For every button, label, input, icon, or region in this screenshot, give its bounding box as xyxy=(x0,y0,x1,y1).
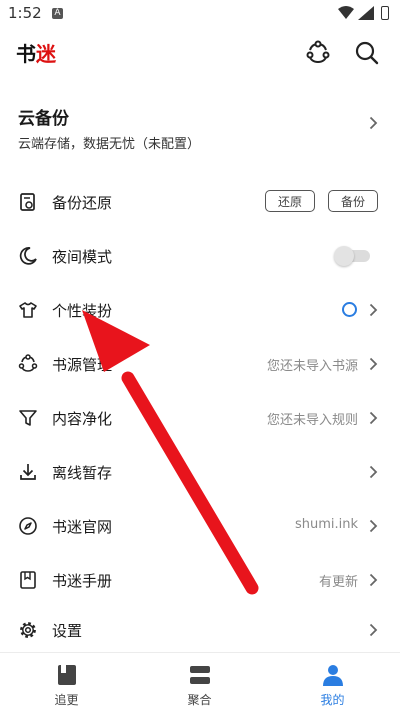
content-purify-value: 您还未导入规则 xyxy=(266,413,358,428)
book-icon xyxy=(58,665,76,685)
search-icon[interactable] xyxy=(354,40,380,66)
manual-value: 有更新 xyxy=(318,575,358,590)
menu-item-offline-cache[interactable]: 离线暂存 xyxy=(0,445,400,499)
menu-item-content-purify[interactable]: 内容净化 您还未导入规则 xyxy=(0,391,400,445)
chevron-right-icon xyxy=(369,573,378,587)
manual-book-icon xyxy=(20,571,36,589)
status-bar: 1:52 A xyxy=(0,0,400,28)
official-site-label: 书迷官网 xyxy=(52,518,113,536)
compass-icon xyxy=(19,517,37,535)
person-icon xyxy=(323,665,343,686)
bottom-nav: 追更 聚合 我的 xyxy=(0,652,400,713)
stack-icon xyxy=(190,666,210,684)
tab-aggregate-label: 聚合 xyxy=(187,693,212,707)
chevron-right-icon xyxy=(369,465,378,479)
tab-mine-label: 我的 xyxy=(320,693,345,707)
chevron-right-icon xyxy=(369,411,378,425)
app-logo: 书迷 xyxy=(16,38,56,67)
menu-item-theme[interactable]: 个性装扮 xyxy=(0,283,400,337)
filter-icon xyxy=(19,410,37,426)
cloud-backup-subtitle: 云端存储，数据无忧（未配置） xyxy=(18,137,201,152)
theme-label: 个性装扮 xyxy=(52,302,113,320)
book-source-value: 您还未导入书源 xyxy=(266,359,358,374)
settings-label: 设置 xyxy=(52,622,83,640)
source-icon xyxy=(18,354,38,372)
wifi-icon xyxy=(338,6,354,19)
restore-button[interactable]: 还原 xyxy=(265,190,315,212)
toggle-knob xyxy=(334,246,354,266)
menu-item-book-source[interactable]: 书源管理 您还未导入书源 xyxy=(0,337,400,391)
official-site-value: shumi.ink xyxy=(294,517,358,532)
logo-char-2: 迷 xyxy=(36,42,56,66)
backup-restore-label: 备份还原 xyxy=(52,194,113,212)
battery-icon xyxy=(381,6,389,20)
theme-color-indicator xyxy=(342,302,357,317)
backup-button[interactable]: 备份 xyxy=(328,190,378,212)
chevron-right-icon xyxy=(369,116,378,130)
manual-label: 书迷手册 xyxy=(52,572,113,590)
menu-item-manual[interactable]: 书迷手册 有更新 xyxy=(0,553,400,607)
chevron-right-icon xyxy=(369,519,378,533)
night-mode-label: 夜间模式 xyxy=(52,248,113,266)
offline-cache-label: 离线暂存 xyxy=(52,464,113,482)
cloud-backup-card[interactable]: 云备份 云端存储，数据无忧（未配置） xyxy=(0,90,400,160)
chevron-right-icon xyxy=(369,303,378,317)
tab-updates-label: 追更 xyxy=(54,693,79,707)
menu-item-backup-restore: 备份还原 还原 备份 xyxy=(0,175,400,229)
menu-item-settings[interactable]: 设置 xyxy=(0,603,400,657)
backup-file-icon xyxy=(20,193,35,211)
cloud-backup-title: 云备份 xyxy=(18,109,69,129)
app-bar: 书迷 xyxy=(0,28,400,78)
sync-icon[interactable] xyxy=(305,40,331,66)
status-time: 1:52 xyxy=(8,4,42,22)
logo-char-1: 书 xyxy=(16,42,36,66)
tab-aggregate[interactable]: 聚合 xyxy=(133,653,266,713)
gear-icon xyxy=(20,622,36,638)
tab-mine[interactable]: 我的 xyxy=(266,653,399,713)
night-mode-toggle[interactable] xyxy=(334,246,372,266)
menu-item-official-site[interactable]: 书迷官网 shumi.ink xyxy=(0,499,400,553)
book-source-label: 书源管理 xyxy=(52,356,113,374)
chevron-right-icon xyxy=(369,623,378,637)
content-purify-label: 内容净化 xyxy=(52,410,113,428)
download-icon xyxy=(20,464,36,480)
notification-icon: A xyxy=(52,8,63,19)
tab-updates[interactable]: 追更 xyxy=(0,653,133,713)
moon-icon xyxy=(19,247,37,265)
menu-item-night-mode[interactable]: 夜间模式 xyxy=(0,229,400,283)
chevron-right-icon xyxy=(369,357,378,371)
tshirt-icon xyxy=(19,302,37,318)
signal-icon xyxy=(358,6,374,20)
